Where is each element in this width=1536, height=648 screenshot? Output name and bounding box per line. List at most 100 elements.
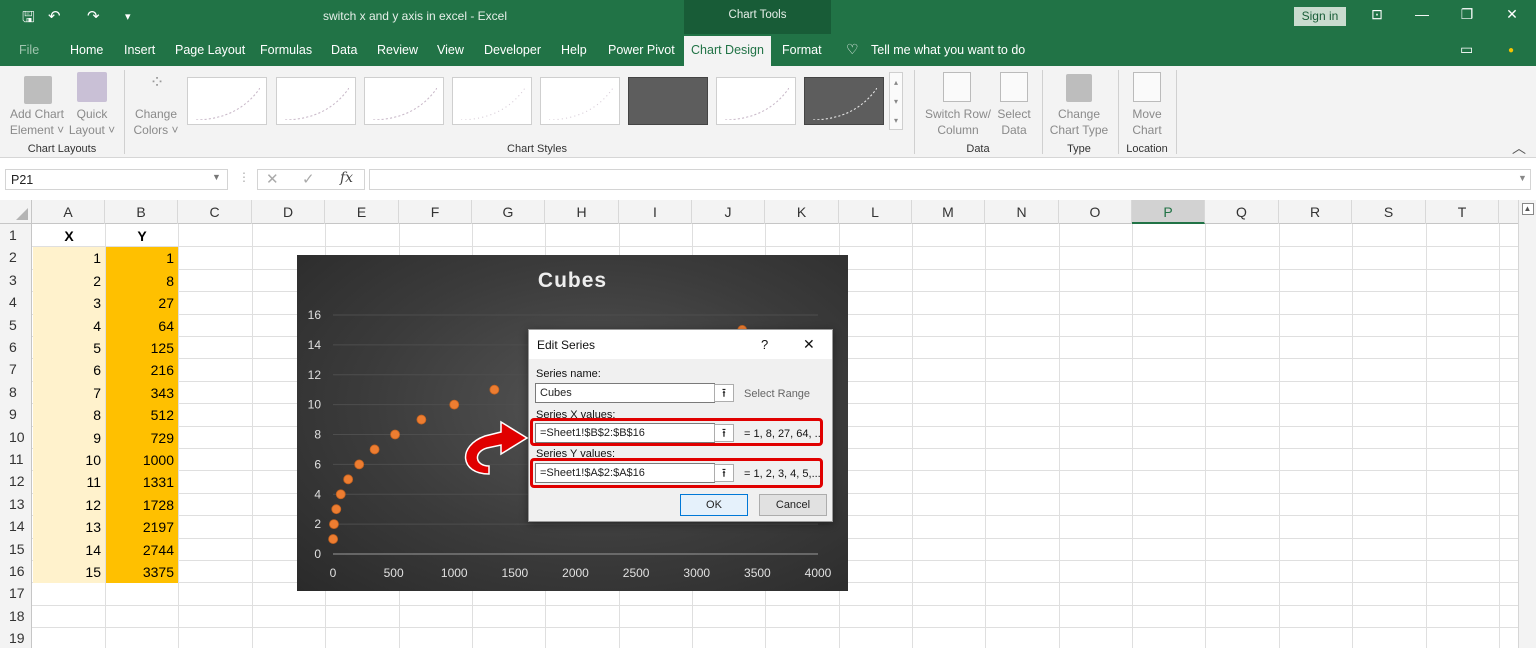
column-header-q[interactable]: Q xyxy=(1205,200,1279,224)
cell-a16[interactable]: 15 xyxy=(33,561,105,584)
ribbon-display-options-icon[interactable]: ⊡ xyxy=(1367,6,1387,23)
cell-b6[interactable]: 125 xyxy=(106,337,178,360)
column-header-b[interactable]: B xyxy=(105,200,178,224)
restore-icon[interactable]: ❐ xyxy=(1457,6,1477,23)
customize-toolbar-icon[interactable]: ▾ xyxy=(125,10,131,23)
cell-a1[interactable]: X xyxy=(33,225,105,247)
column-header-k[interactable]: K xyxy=(765,200,839,224)
row-header-6[interactable]: 6 xyxy=(0,336,32,358)
column-header-o[interactable]: O xyxy=(1059,200,1132,224)
row-header-18[interactable]: 18 xyxy=(0,605,32,627)
cancel-formula-icon[interactable]: ✕ xyxy=(266,170,279,188)
row-header-7[interactable]: 7 xyxy=(0,358,32,380)
comments-icon[interactable]: ▭ xyxy=(1460,41,1473,58)
tab-view[interactable]: View xyxy=(437,43,464,57)
row-header-8[interactable]: 8 xyxy=(0,381,32,403)
tab-data[interactable]: Data xyxy=(331,43,357,57)
select-all-corner[interactable] xyxy=(0,200,32,224)
chart-style-3[interactable] xyxy=(364,77,444,125)
tab-chart-design[interactable]: Chart Design xyxy=(684,36,771,66)
column-header-i[interactable]: I xyxy=(619,200,692,224)
tab-file[interactable]: File xyxy=(19,43,39,57)
column-header-n[interactable]: N xyxy=(985,200,1059,224)
tab-page-layout[interactable]: Page Layout xyxy=(175,43,245,57)
column-header-a[interactable]: A xyxy=(32,200,105,224)
chart-style-1[interactable] xyxy=(187,77,267,125)
cell-a11[interactable]: 10 xyxy=(33,449,105,472)
row-header-1[interactable]: 1 xyxy=(0,224,32,246)
cell-a5[interactable]: 4 xyxy=(33,314,105,337)
name-box-dropdown-icon[interactable]: ▼ xyxy=(212,172,221,182)
row-header-2[interactable]: 2 xyxy=(0,246,32,268)
chart-style-2[interactable] xyxy=(276,77,356,125)
column-header-s[interactable]: S xyxy=(1352,200,1426,224)
row-header-15[interactable]: 15 xyxy=(0,538,32,560)
collapse-ribbon-icon[interactable]: ︿ xyxy=(1512,138,1526,158)
tab-insert[interactable]: Insert xyxy=(124,43,155,57)
tab-review[interactable]: Review xyxy=(377,43,418,57)
cell-a6[interactable]: 5 xyxy=(33,337,105,360)
column-header-j[interactable]: J xyxy=(692,200,765,224)
change-chart-type-button[interactable]: Change Chart Type xyxy=(1046,106,1112,138)
tab-help[interactable]: Help xyxy=(561,43,587,57)
column-header-d[interactable]: D xyxy=(252,200,325,224)
chart-style-7[interactable] xyxy=(716,77,796,125)
name-box[interactable]: P21 xyxy=(5,169,228,190)
select-data-button[interactable]: Select Data xyxy=(994,106,1034,138)
styles-gallery-scroll[interactable]: ▴ ▾ ▾ xyxy=(889,72,903,130)
switch-row-column-button[interactable]: Switch Row/Column xyxy=(922,106,994,138)
column-header-m[interactable]: M xyxy=(912,200,985,224)
cell-a15[interactable]: 14 xyxy=(33,538,105,561)
tell-me-search[interactable]: Tell me what you want to do xyxy=(871,43,1025,57)
cell-a3[interactable]: 2 xyxy=(33,269,105,293)
row-header-13[interactable]: 13 xyxy=(0,493,32,515)
cell-b13[interactable]: 1728 xyxy=(106,493,178,517)
row-header-10[interactable]: 10 xyxy=(0,426,32,448)
cell-a10[interactable]: 9 xyxy=(33,426,105,449)
insert-function-icon[interactable]: fx xyxy=(340,170,353,186)
formula-input[interactable] xyxy=(369,169,1531,190)
row-header-12[interactable]: 12 xyxy=(0,470,32,492)
column-header-p[interactable]: P xyxy=(1132,200,1205,224)
cell-a2[interactable]: 1 xyxy=(33,247,105,270)
cell-b4[interactable]: 27 xyxy=(106,292,178,315)
chart-style-5[interactable] xyxy=(540,77,620,125)
column-header-f[interactable]: F xyxy=(399,200,472,224)
cell-b2[interactable]: 1 xyxy=(106,247,178,270)
column-header-t[interactable]: T xyxy=(1426,200,1499,224)
tab-formulas[interactable]: Formulas xyxy=(260,43,312,57)
column-header-c[interactable]: C xyxy=(178,200,252,224)
collapse-dialog-icon[interactable]: ⭱ xyxy=(714,384,734,402)
tab-developer[interactable]: Developer xyxy=(484,43,541,57)
row-header-14[interactable]: 14 xyxy=(0,515,32,537)
cell-a12[interactable]: 11 xyxy=(33,471,105,494)
cell-b15[interactable]: 2744 xyxy=(106,538,178,561)
chart-style-6[interactable] xyxy=(628,77,708,125)
cell-b12[interactable]: 1331 xyxy=(106,471,178,494)
cell-a9[interactable]: 8 xyxy=(33,404,105,427)
vertical-scrollbar[interactable]: ▲ xyxy=(1518,200,1536,648)
row-header-19[interactable]: 19 xyxy=(0,627,32,648)
cell-a4[interactable]: 3 xyxy=(33,292,105,315)
quick-layout-button[interactable]: Quick Layout ˅ xyxy=(66,106,118,138)
row-header-9[interactable]: 9 xyxy=(0,403,32,425)
row-header-17[interactable]: 17 xyxy=(0,582,32,604)
save-icon[interactable]: 🖫 xyxy=(22,7,35,32)
cell-b16[interactable]: 3375 xyxy=(106,561,178,584)
cell-b14[interactable]: 2197 xyxy=(106,516,178,539)
column-header-l[interactable]: L xyxy=(839,200,912,224)
column-header-h[interactable]: H xyxy=(545,200,619,224)
series-name-input[interactable]: Cubes xyxy=(535,383,715,403)
row-header-16[interactable]: 16 xyxy=(0,560,32,582)
chart-style-4[interactable] xyxy=(452,77,532,125)
cell-a8[interactable]: 7 xyxy=(33,381,105,405)
cancel-button[interactable]: Cancel xyxy=(759,494,827,516)
row-header-3[interactable]: 3 xyxy=(0,269,32,291)
cell-b1[interactable]: Y xyxy=(106,225,178,247)
move-chart-button[interactable]: Move Chart xyxy=(1124,106,1170,138)
cell-a14[interactable]: 13 xyxy=(33,516,105,539)
expand-formula-bar-icon[interactable]: ▼ xyxy=(1518,173,1527,183)
tab-format[interactable]: Format xyxy=(782,43,822,57)
row-header-4[interactable]: 4 xyxy=(0,291,32,313)
column-header-g[interactable]: G xyxy=(472,200,545,224)
